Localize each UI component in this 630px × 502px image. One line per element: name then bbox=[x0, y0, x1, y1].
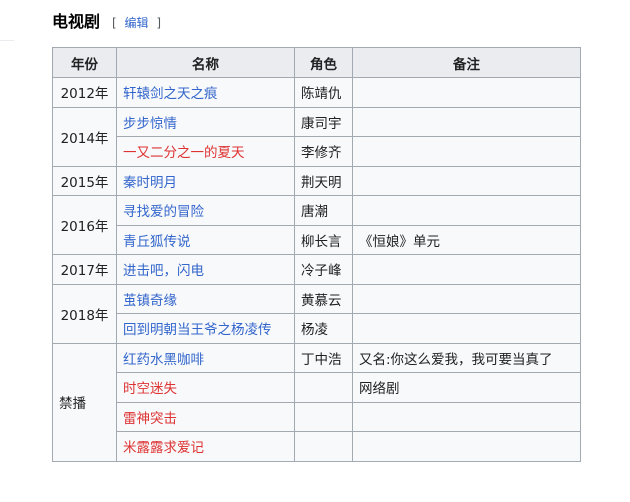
side-divider bbox=[0, 40, 14, 41]
title-link[interactable]: 青丘狐传说 bbox=[123, 234, 191, 250]
role-cell: 康司宇 bbox=[294, 106, 353, 137]
title-cell: 雷神突击 bbox=[116, 401, 295, 432]
title-cell: 回到明朝当王爷之杨凌传 bbox=[116, 313, 295, 344]
note-cell bbox=[352, 401, 581, 432]
table-row: 2015年 秦时明月 荆天明 bbox=[52, 165, 581, 196]
table-row: 青丘狐传说 柳长言 《恒娘》单元 bbox=[53, 224, 581, 255]
edit-link[interactable]: 编辑 bbox=[125, 16, 149, 30]
role-cell bbox=[294, 431, 353, 462]
title-link[interactable]: 步步惊情 bbox=[123, 116, 177, 132]
title-link[interactable]: 回到明朝当王爷之杨凌传 bbox=[123, 322, 272, 338]
title-link[interactable]: 茧镇奇缘 bbox=[123, 293, 177, 309]
title-cell: 时空迷失 bbox=[116, 372, 295, 403]
title-cell: 步步惊情 bbox=[116, 106, 295, 137]
title-cell: 茧镇奇缘 bbox=[116, 283, 295, 314]
title-cell: 进击吧，闪电 bbox=[116, 254, 295, 285]
title-cell: 寻找爱的冒险 bbox=[116, 195, 295, 226]
role-cell bbox=[294, 372, 353, 403]
note-cell bbox=[352, 106, 581, 137]
section-title: 电视剧 bbox=[52, 12, 101, 31]
note-cell bbox=[352, 254, 581, 285]
title-cell: 轩辕剑之天之痕 bbox=[116, 77, 295, 108]
tv-drama-table: 年份 名称 角色 备注 2012年 轩辕剑之天之痕 陈靖仇 2014年 步步惊情… bbox=[52, 47, 581, 462]
note-cell: 网络剧 bbox=[352, 372, 581, 403]
role-cell: 李修齐 bbox=[294, 136, 353, 167]
table-row: 2012年 轩辕剑之天之痕 陈靖仇 bbox=[52, 77, 581, 108]
note-cell bbox=[352, 313, 581, 344]
header-year: 年份 bbox=[52, 47, 117, 78]
title-link[interactable]: 进击吧，闪电 bbox=[123, 263, 204, 279]
table-row: 2016年 寻找爱的冒险 唐潮 bbox=[52, 195, 581, 255]
year-cell: 禁播 bbox=[52, 342, 117, 462]
table-row: 2014年 步步惊情 康司宇 bbox=[52, 106, 581, 167]
edit-bracket-close: ] bbox=[156, 16, 162, 30]
title-redlink[interactable]: 米露露求爱记 bbox=[123, 440, 204, 456]
table-row: 米露露求爱记 bbox=[53, 431, 581, 462]
role-cell: 丁中浩 bbox=[294, 342, 353, 373]
edit-section: [ 编辑 ] bbox=[112, 14, 161, 31]
header-title: 名称 bbox=[116, 47, 295, 78]
title-cell: 红药水黑咖啡 bbox=[116, 342, 295, 373]
role-cell bbox=[294, 401, 353, 432]
note-cell bbox=[352, 77, 581, 108]
edit-bracket-open: [ bbox=[112, 16, 117, 30]
title-link[interactable]: 轩辕剑之天之痕 bbox=[123, 86, 218, 102]
title-link[interactable]: 寻找爱的冒险 bbox=[123, 204, 204, 220]
note-cell: 又名:你这么爱我，我可要当真了 bbox=[352, 342, 581, 373]
year-cell: 2016年 bbox=[52, 195, 117, 255]
table-row: 禁播 红药水黑咖啡 丁中浩 又名:你这么爱我，我可要当真了 bbox=[52, 342, 581, 462]
role-cell: 陈靖仇 bbox=[294, 77, 353, 108]
title-cell: 米露露求爱记 bbox=[116, 431, 295, 462]
year-cell: 2012年 bbox=[52, 77, 117, 108]
table-row: 雷神突击 bbox=[53, 401, 581, 432]
title-redlink[interactable]: 时空迷失 bbox=[123, 381, 177, 397]
table-row: 2017年 进击吧，闪电 冷子峰 bbox=[52, 254, 581, 285]
year-cell: 2018年 bbox=[52, 283, 117, 344]
table-row: 2018年 茧镇奇缘 黄慕云 bbox=[52, 283, 581, 344]
title-redlink[interactable]: 一又二分之一的夏天 bbox=[123, 145, 245, 161]
table-row: 一又二分之一的夏天 李修齐 bbox=[53, 136, 581, 167]
header-note: 备注 bbox=[352, 47, 581, 78]
note-cell bbox=[352, 195, 581, 226]
table-row: 回到明朝当王爷之杨凌传 杨凌 bbox=[53, 313, 581, 344]
role-cell: 杨凌 bbox=[294, 313, 353, 344]
note-cell bbox=[352, 431, 581, 462]
header-role: 角色 bbox=[294, 47, 353, 78]
table-row: 时空迷失 网络剧 bbox=[53, 372, 581, 403]
role-cell: 冷子峰 bbox=[294, 254, 353, 285]
title-cell: 青丘狐传说 bbox=[116, 224, 295, 255]
year-cell: 2014年 bbox=[52, 106, 117, 167]
title-redlink[interactable]: 雷神突击 bbox=[123, 411, 177, 427]
table-header-row: 年份 名称 角色 备注 bbox=[52, 47, 581, 78]
title-link[interactable]: 秦时明月 bbox=[123, 175, 177, 191]
title-cell: 秦时明月 bbox=[116, 165, 295, 196]
note-cell bbox=[352, 165, 581, 196]
title-link[interactable]: 红药水黑咖啡 bbox=[123, 352, 204, 368]
role-cell: 唐潮 bbox=[294, 195, 353, 226]
title-cell: 一又二分之一的夏天 bbox=[116, 136, 295, 167]
role-cell: 黄慕云 bbox=[294, 283, 353, 314]
role-cell: 荆天明 bbox=[294, 165, 353, 196]
note-cell: 《恒娘》单元 bbox=[352, 224, 581, 255]
section-heading: 电视剧 [ 编辑 ] bbox=[52, 8, 161, 32]
year-cell: 2017年 bbox=[52, 254, 117, 285]
note-cell bbox=[352, 136, 581, 167]
note-cell bbox=[352, 283, 581, 314]
year-cell: 2015年 bbox=[52, 165, 117, 196]
role-cell: 柳长言 bbox=[294, 224, 353, 255]
